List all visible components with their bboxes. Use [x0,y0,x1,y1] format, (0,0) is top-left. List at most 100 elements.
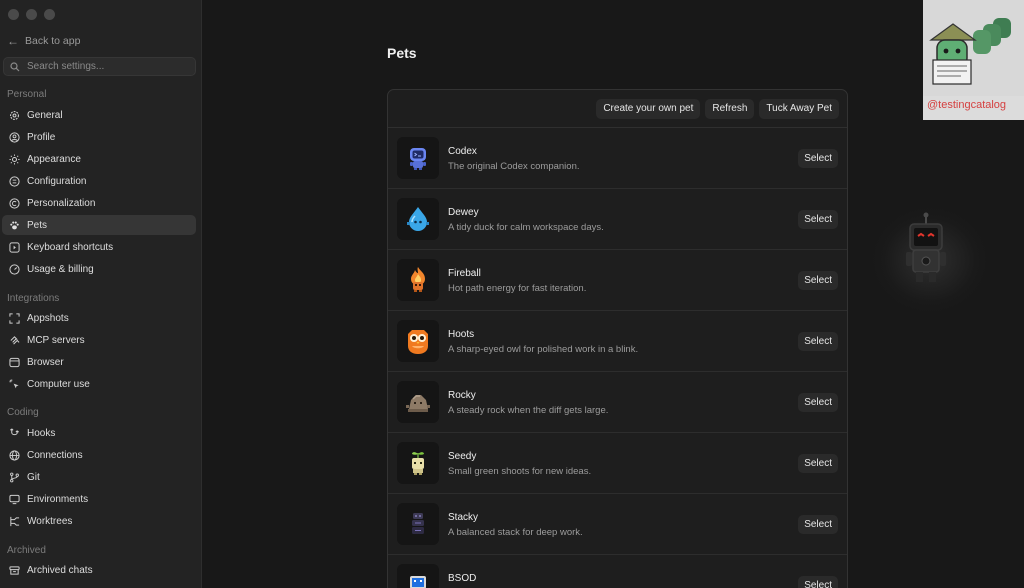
sidebar-item-label: Archived chats [27,564,93,576]
pet-row-hoots: Hoots A sharp-eyed owl for polished work… [388,311,847,372]
pets-toolbar: Create your own pet Refresh Tuck Away Pe… [388,90,847,128]
settings-sidebar: ← Back to app Search settings... Persona… [0,0,202,588]
pet-name: BSOD [448,573,477,584]
sidebar-item-label: Personalization [27,197,96,209]
sidebar-item-label: Environments [27,493,89,505]
sidebar-item-label: Connections [27,449,83,461]
sidebar-item-label: Profile [27,131,56,143]
pet-description: Hot path energy for fast iteration. [448,283,587,294]
pet-description: Small green shoots for new ideas. [448,466,592,477]
hook-icon [9,428,20,439]
select-pet-button[interactable]: Select [798,332,838,351]
section-label-coding: Coding [7,407,39,418]
create-pet-button[interactable]: Create your own pet [596,98,701,119]
sprout-icon [397,442,439,484]
floating-pet-robot-icon[interactable] [902,212,950,290]
pet-name: Codex [448,146,477,157]
pet-row-stacky: Stacky A balanced stack for deep work. S… [388,494,847,555]
sidebar-item-environments[interactable]: Environments [2,489,196,509]
sidebar-item-pets[interactable]: Pets [2,215,196,235]
sidebar-item-connections[interactable]: Connections [2,445,196,465]
sidebar-item-label: Worktrees [27,515,73,527]
sidebar-item-keyboard-shortcuts[interactable]: Keyboard shortcuts [2,237,196,257]
sidebar-item-general[interactable]: General [2,105,196,125]
personalization-icon [9,197,20,209]
cursor-sparkle-icon [9,378,20,390]
gauge-icon [9,263,20,275]
stack-icon [397,503,439,545]
codex-robot-icon [397,137,439,179]
monitor-icon [9,494,20,505]
sidebar-item-worktrees[interactable]: Worktrees [2,511,196,531]
section-label-archived: Archived [7,545,46,556]
sidebar-item-browser[interactable]: Browser [2,352,196,372]
paw-icon [9,220,20,231]
settings-search-input[interactable]: Search settings... [3,57,196,76]
refresh-button[interactable]: Refresh [705,98,755,119]
minimize-window-button[interactable] [26,9,37,20]
globe-icon [9,449,20,461]
pet-description: A sharp-eyed owl for polished work in a … [448,344,639,355]
sidebar-item-label: Appearance [27,153,81,165]
pet-description: The original Codex companion. [448,161,580,172]
pet-row-fireball: Fireball Hot path energy for fast iterat… [388,250,847,311]
select-pet-button[interactable]: Select [798,210,838,229]
select-pet-button[interactable]: Select [798,271,838,290]
sidebar-item-hooks[interactable]: Hooks [2,423,196,443]
sun-icon [9,153,20,165]
page-title: Pets [387,45,417,61]
pet-row-seedy: Seedy Small green shoots for new ideas. … [388,433,847,494]
gear-icon [9,110,20,121]
sidebar-item-label: Hooks [27,427,56,439]
section-label-integrations: Integrations [7,293,60,304]
sidebar-item-configuration[interactable]: Configuration [2,171,196,191]
worktree-icon [9,516,20,527]
screenshot-frame-icon [9,312,20,324]
browser-window-icon [9,357,20,368]
select-pet-button[interactable]: Select [798,454,838,473]
back-to-app-label: Back to app [25,35,81,47]
select-pet-button[interactable]: Select [798,576,838,588]
sidebar-item-mcp-servers[interactable]: MCP servers [2,330,196,350]
zoom-window-button[interactable] [44,9,55,20]
tuck-away-pet-button[interactable]: Tuck Away Pet [759,98,839,119]
sidebar-item-label: Git [27,471,40,483]
sidebar-item-label: Appshots [27,312,69,324]
pet-name: Dewey [448,207,479,218]
watermark-characters-icon [923,0,1024,96]
sidebar-item-archived-chats[interactable]: Archived chats [2,560,196,580]
sidebar-item-label: Usage & billing [27,263,94,275]
pet-description: A balanced stack for deep work. [448,527,583,538]
sidebar-item-profile[interactable]: Profile [2,127,196,147]
owl-icon [397,320,439,362]
pet-name: Stacky [448,512,479,523]
section-label-personal: Personal [7,89,47,100]
sidebar-item-git[interactable]: Git [2,467,196,487]
pets-panel: Create your own pet Refresh Tuck Away Pe… [387,89,848,588]
water-drop-icon [397,198,439,240]
back-to-app-link[interactable]: ← Back to app [7,34,80,48]
select-pet-button[interactable]: Select [798,515,838,534]
select-pet-button[interactable]: Select [798,393,838,412]
pet-name: Hoots [448,329,475,340]
sidebar-item-computer-use[interactable]: Computer use [2,374,196,394]
archive-box-icon [9,565,20,576]
sidebar-item-appshots[interactable]: Appshots [2,308,196,328]
sidebar-item-appearance[interactable]: Appearance [2,149,196,169]
mcp-icon [9,335,20,346]
search-placeholder: Search settings... [27,61,105,72]
rock-icon [397,381,439,423]
sidebar-item-usage-billing[interactable]: Usage & billing [2,259,196,279]
sidebar-item-label: Computer use [27,378,90,390]
pet-description: A tidy duck for calm workspace days. [448,222,604,233]
search-icon [10,61,20,71]
select-pet-button[interactable]: Select [798,149,838,168]
close-window-button[interactable] [8,9,19,20]
git-branch-icon [9,472,20,483]
sidebar-item-label: Keyboard shortcuts [27,241,114,253]
bsod-monitor-icon [397,564,439,588]
sidebar-item-label: Browser [27,356,64,368]
window-controls [8,9,55,20]
fireball-icon [397,259,439,301]
sidebar-item-personalization[interactable]: Personalization [2,193,196,213]
